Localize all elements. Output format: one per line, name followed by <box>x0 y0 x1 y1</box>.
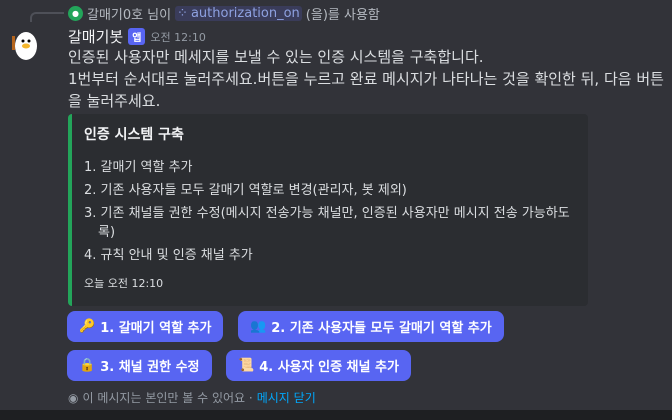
assign-role-button[interactable]: 👥 2. 기존 사용자들 모두 갈매기 역할 추가 <box>238 311 504 342</box>
command-name: authorization_on <box>190 5 300 21</box>
embed-item: 1. 갈매기 역할 추가 <box>84 160 193 175</box>
embed-footer: 오늘 오전 12:10 <box>84 277 164 290</box>
add-role-button[interactable]: 🔑 1. 갈매기 역할 추가 <box>67 311 224 342</box>
reply-user[interactable]: 갈매기0호 <box>87 4 143 23</box>
message-line: 인증된 사용자만 메세지를 보낼 수 있는 인증 시스템을 구축합니다. <box>68 48 484 66</box>
command-icon: ⁘ <box>177 5 188 21</box>
app-badge: 앱 <box>128 28 146 45</box>
reply-used: (을)를 사용함 <box>305 7 380 23</box>
edit-permissions-button[interactable]: 🔒 3. 채널 권한 수정 <box>67 350 212 381</box>
button-label: 1. 갈매기 역할 추가 <box>100 321 212 336</box>
reply-context: ● 갈매기0호 님이 ⁘ authorization_on (을)를 사용함 <box>30 2 380 24</box>
timestamp: 오전 12:10 <box>150 30 206 44</box>
button-label: 3. 채널 권한 수정 <box>100 360 200 375</box>
add-auth-channel-button[interactable]: 📜 4. 사용자 인증 채널 추가 <box>226 350 411 381</box>
users-icon: 👥 <box>250 319 267 334</box>
bottom-bar <box>0 410 672 420</box>
discord-icon: ● <box>68 5 83 21</box>
button-label: 4. 사용자 인증 채널 추가 <box>259 360 399 375</box>
ephemeral-note: ◉ 이 메시지는 본인만 볼 수 있어요 · 메시지 닫기 <box>68 389 316 406</box>
button-label: 2. 기존 사용자들 모두 갈매기 역할 추가 <box>271 321 492 336</box>
reply-suffix: 님이 <box>147 7 172 23</box>
message-line: 1번부터 순서대로 눌러주세요.버튼을 누르고 완료 메시지가 나타나는 것을 … <box>68 70 664 110</box>
avatar[interactable] <box>8 28 42 62</box>
embed-item: 2. 기존 사용자들 모두 갈매기 역할로 변경(관리자, 봇 제외) <box>84 183 407 198</box>
embed-item: 3. 기존 채널들 권한 수정(메시지 전송가능 채널만, 인증된 사용자만 메… <box>84 206 570 240</box>
reply-line <box>30 12 64 22</box>
note-text: 이 메시지는 본인만 볼 수 있어요 · <box>82 391 253 405</box>
scroll-icon: 📜 <box>238 358 255 373</box>
embed-title: 인증 시스템 구축 <box>84 127 184 143</box>
embed: 인증 시스템 구축 1. 갈매기 역할 추가 2. 기존 사용자들 모두 갈매기… <box>68 114 588 306</box>
key-icon: 🔑 <box>79 319 96 334</box>
lock-icon: 🔒 <box>79 358 96 373</box>
author-name[interactable]: 갈매기봇 <box>68 26 123 47</box>
embed-item: 4. 규칙 안내 및 인증 채널 추가 <box>84 248 253 263</box>
command-mention[interactable]: ⁘ authorization_on <box>175 5 302 21</box>
eye-icon: ◉ <box>68 390 79 405</box>
dismiss-message-link[interactable]: 메시지 닫기 <box>257 389 316 406</box>
message-content: 인증된 사용자만 메세지를 보낼 수 있는 인증 시스템을 구축합니다. 1번부… <box>68 46 668 112</box>
